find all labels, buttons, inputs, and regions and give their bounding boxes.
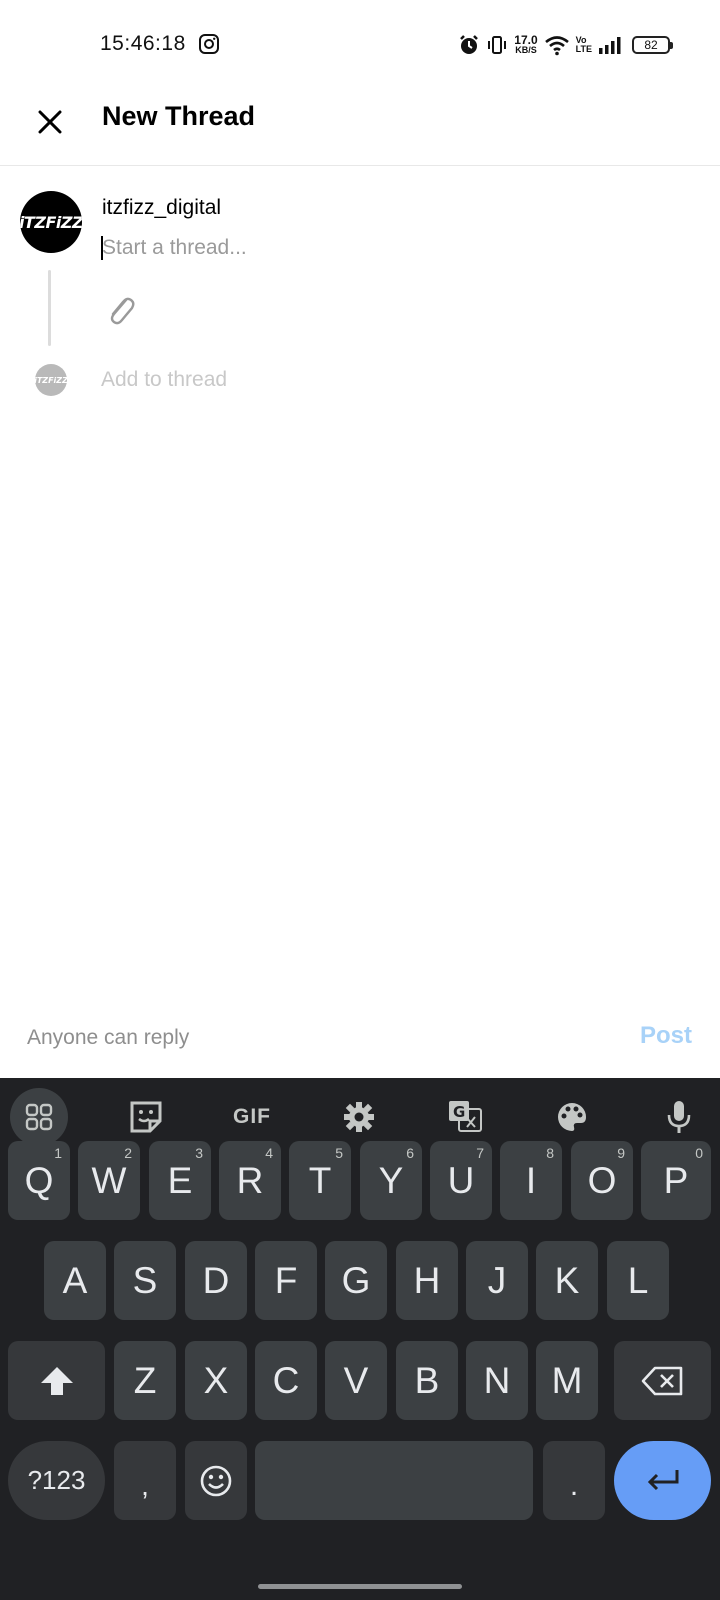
status-bar: 15:46:18 17.0 KB/S Vo LTE 82 xyxy=(0,0,720,90)
apps-grid-icon[interactable] xyxy=(10,1088,68,1146)
keyboard-toolbar: GIF G xyxy=(0,1078,720,1150)
gear-icon[interactable] xyxy=(330,1088,388,1146)
enter-icon xyxy=(647,1469,678,1490)
small-avatar-logo-text: iTZFiZZ xyxy=(34,375,68,385)
volte-indicator: Vo LTE xyxy=(575,35,592,54)
key-o[interactable]: O9 xyxy=(571,1141,633,1220)
backspace-icon xyxy=(641,1366,682,1395)
key-k[interactable]: K xyxy=(536,1241,598,1320)
app-header: New Thread xyxy=(0,90,720,166)
key-s[interactable]: S xyxy=(114,1241,176,1320)
avatar-logo-text: iTZFiZZ xyxy=(20,212,82,232)
reply-permission-button[interactable]: Anyone can reply xyxy=(27,1026,189,1050)
signal-icon xyxy=(599,37,621,54)
space-key[interactable] xyxy=(255,1441,533,1520)
thread-text-input[interactable] xyxy=(102,233,662,263)
symbols-key[interactable]: ?123 xyxy=(8,1441,105,1520)
comma-key[interactable]: , xyxy=(114,1441,176,1520)
key-v[interactable]: V xyxy=(325,1341,387,1420)
backspace-key[interactable] xyxy=(614,1341,711,1420)
close-icon[interactable] xyxy=(30,102,70,142)
key-m[interactable]: M xyxy=(536,1341,598,1420)
text-cursor xyxy=(101,236,103,260)
key-w[interactable]: W2 xyxy=(78,1141,140,1220)
key-y[interactable]: Y6 xyxy=(360,1141,422,1220)
key-l[interactable]: L xyxy=(607,1241,669,1320)
svg-text:G: G xyxy=(453,1103,465,1121)
key-a[interactable]: A xyxy=(44,1241,106,1320)
add-to-thread-button[interactable]: Add to thread xyxy=(101,368,227,392)
network-speed: 17.0 KB/S xyxy=(514,33,538,55)
gif-button[interactable]: GIF xyxy=(223,1088,281,1146)
key-j[interactable]: J xyxy=(466,1241,528,1320)
shift-key[interactable] xyxy=(8,1341,105,1420)
status-time: 15:46:18 xyxy=(100,32,186,55)
username: itzfizz_digital xyxy=(102,196,222,219)
alarm-icon xyxy=(460,35,479,54)
key-x[interactable]: X xyxy=(185,1341,247,1420)
home-indicator[interactable] xyxy=(258,1584,462,1589)
instagram-icon xyxy=(199,34,219,54)
key-n[interactable]: N xyxy=(466,1341,528,1420)
page-title: New Thread xyxy=(102,101,256,131)
avatar[interactable]: iTZFiZZ xyxy=(20,191,82,253)
post-button[interactable]: Post xyxy=(640,1022,692,1050)
key-h[interactable]: H xyxy=(396,1241,458,1320)
key-g[interactable]: G xyxy=(325,1241,387,1320)
small-avatar: iTZFiZZ xyxy=(34,364,68,396)
mic-icon[interactable] xyxy=(650,1088,708,1146)
battery-indicator: 82 xyxy=(632,36,673,54)
key-q[interactable]: Q1 xyxy=(8,1141,70,1220)
key-z[interactable]: Z xyxy=(114,1341,176,1420)
thread-connector-line xyxy=(48,270,51,346)
key-p[interactable]: P0 xyxy=(641,1141,711,1220)
enter-key[interactable] xyxy=(614,1441,711,1520)
key-b[interactable]: B xyxy=(396,1341,458,1420)
key-d[interactable]: D xyxy=(185,1241,247,1320)
key-c[interactable]: C xyxy=(255,1341,317,1420)
vibrate-icon xyxy=(488,36,507,54)
key-r[interactable]: R4 xyxy=(219,1141,281,1220)
sticker-icon[interactable] xyxy=(117,1088,175,1146)
key-e[interactable]: E3 xyxy=(149,1141,211,1220)
key-t[interactable]: T5 xyxy=(289,1141,351,1220)
key-u[interactable]: U7 xyxy=(430,1141,492,1220)
on-screen-keyboard: GIF G Q 1 W 2 E 3 R 4 T 5 Y 6 U 7 I 8 O … xyxy=(0,1078,720,1600)
key-i[interactable]: I8 xyxy=(500,1141,562,1220)
period-key[interactable]: . xyxy=(543,1441,605,1520)
status-icons: 17.0 KB/S Vo LTE 82 xyxy=(458,30,673,60)
key-f[interactable]: F xyxy=(255,1241,317,1320)
palette-icon[interactable] xyxy=(543,1088,601,1146)
paperclip-icon[interactable] xyxy=(104,292,138,330)
shift-icon xyxy=(40,1366,73,1395)
wifi-icon xyxy=(544,36,569,56)
emoji-icon xyxy=(200,1465,232,1496)
emoji-key[interactable] xyxy=(185,1441,247,1520)
translate-icon[interactable]: G xyxy=(436,1088,494,1146)
